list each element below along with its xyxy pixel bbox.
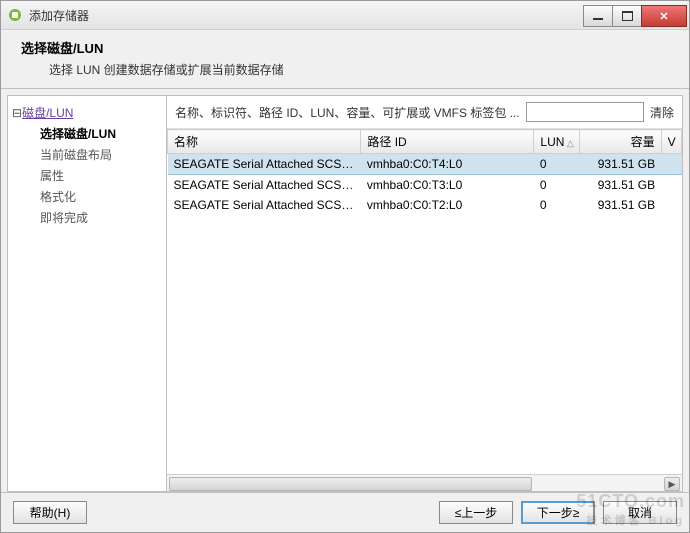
- cell-path: vmhba0:C0:T3:L0: [361, 175, 534, 196]
- cell-capacity: 931.51 GB: [580, 175, 661, 196]
- cell-v: [661, 195, 681, 215]
- nav-step-0[interactable]: 选择磁盘/LUN: [12, 123, 162, 144]
- col-capacity[interactable]: 容量: [580, 130, 661, 154]
- col-path[interactable]: 路径 ID: [361, 130, 534, 154]
- maximize-button[interactable]: [612, 5, 642, 27]
- nav-root[interactable]: 磁盘/LUN: [12, 102, 162, 123]
- horizontal-scrollbar[interactable]: ▶: [167, 474, 682, 491]
- cell-path: vmhba0:C0:T2:L0: [361, 195, 534, 215]
- nav-step-3[interactable]: 格式化: [12, 186, 162, 207]
- window-title: 添加存储器: [29, 7, 584, 24]
- footer: 帮助(H) ≤上一步 下一步≥ 取消: [1, 492, 689, 532]
- table-row[interactable]: SEAGATE Serial Attached SCSI Disk ...vmh…: [168, 195, 682, 215]
- titlebar: 添加存储器: [1, 1, 689, 30]
- cell-lun: 0: [534, 154, 580, 175]
- col-name[interactable]: 名称: [168, 130, 361, 154]
- cell-capacity: 931.51 GB: [580, 195, 661, 215]
- cell-name: SEAGATE Serial Attached SCSI Disk ...: [168, 154, 361, 175]
- page-subtitle: 选择 LUN 创建数据存储或扩展当前数据存储: [49, 61, 669, 78]
- back-button[interactable]: ≤上一步: [439, 501, 513, 524]
- content-pane: 名称、标识符、路径 ID、LUN、容量、可扩展或 VMFS 标签包 ... 清除…: [167, 95, 683, 492]
- filter-label: 名称、标识符、路径 ID、LUN、容量、可扩展或 VMFS 标签包 ...: [175, 104, 520, 121]
- filter-input[interactable]: [526, 102, 644, 122]
- wizard-header: 选择磁盘/LUN 选择 LUN 创建数据存储或扩展当前数据存储: [1, 30, 689, 89]
- cell-lun: 0: [534, 175, 580, 196]
- cell-name: SEAGATE Serial Attached SCSI Disk ...: [168, 195, 361, 215]
- app-icon: [7, 7, 23, 23]
- help-button[interactable]: 帮助(H): [13, 501, 87, 524]
- cell-lun: 0: [534, 195, 580, 215]
- window-buttons: [584, 5, 687, 25]
- table-row[interactable]: SEAGATE Serial Attached SCSI Disk ...vmh…: [168, 175, 682, 196]
- disk-table: 名称 路径 ID LUN 容量 V SEAGATE Serial Attache…: [167, 129, 682, 215]
- cell-v: [661, 154, 681, 175]
- scrollbar-thumb[interactable]: [169, 477, 532, 491]
- cancel-button[interactable]: 取消: [603, 501, 677, 524]
- disk-tbody: SEAGATE Serial Attached SCSI Disk ...vmh…: [168, 154, 682, 216]
- cell-name: SEAGATE Serial Attached SCSI Disk ...: [168, 175, 361, 196]
- filter-clear[interactable]: 清除: [650, 104, 674, 121]
- nav-step-4[interactable]: 即将完成: [12, 207, 162, 228]
- disk-table-wrap: 名称 路径 ID LUN 容量 V SEAGATE Serial Attache…: [167, 129, 682, 474]
- next-button[interactable]: 下一步≥: [521, 501, 595, 524]
- col-v[interactable]: V: [661, 130, 681, 154]
- minimize-button[interactable]: [583, 5, 613, 27]
- scrollbar-right-arrow[interactable]: ▶: [664, 477, 680, 491]
- page-title: 选择磁盘/LUN: [21, 38, 669, 57]
- nav-step-1[interactable]: 当前磁盘布局: [12, 144, 162, 165]
- filter-bar: 名称、标识符、路径 ID、LUN、容量、可扩展或 VMFS 标签包 ... 清除: [167, 96, 682, 129]
- nav-step-2[interactable]: 属性: [12, 165, 162, 186]
- cell-v: [661, 175, 681, 196]
- table-row[interactable]: SEAGATE Serial Attached SCSI Disk ...vmh…: [168, 154, 682, 175]
- cell-path: vmhba0:C0:T4:L0: [361, 154, 534, 175]
- cell-capacity: 931.51 GB: [580, 154, 661, 175]
- wizard-nav: 磁盘/LUN 选择磁盘/LUN当前磁盘布局属性格式化即将完成: [7, 95, 167, 492]
- col-lun[interactable]: LUN: [534, 130, 580, 154]
- close-button[interactable]: [641, 5, 687, 27]
